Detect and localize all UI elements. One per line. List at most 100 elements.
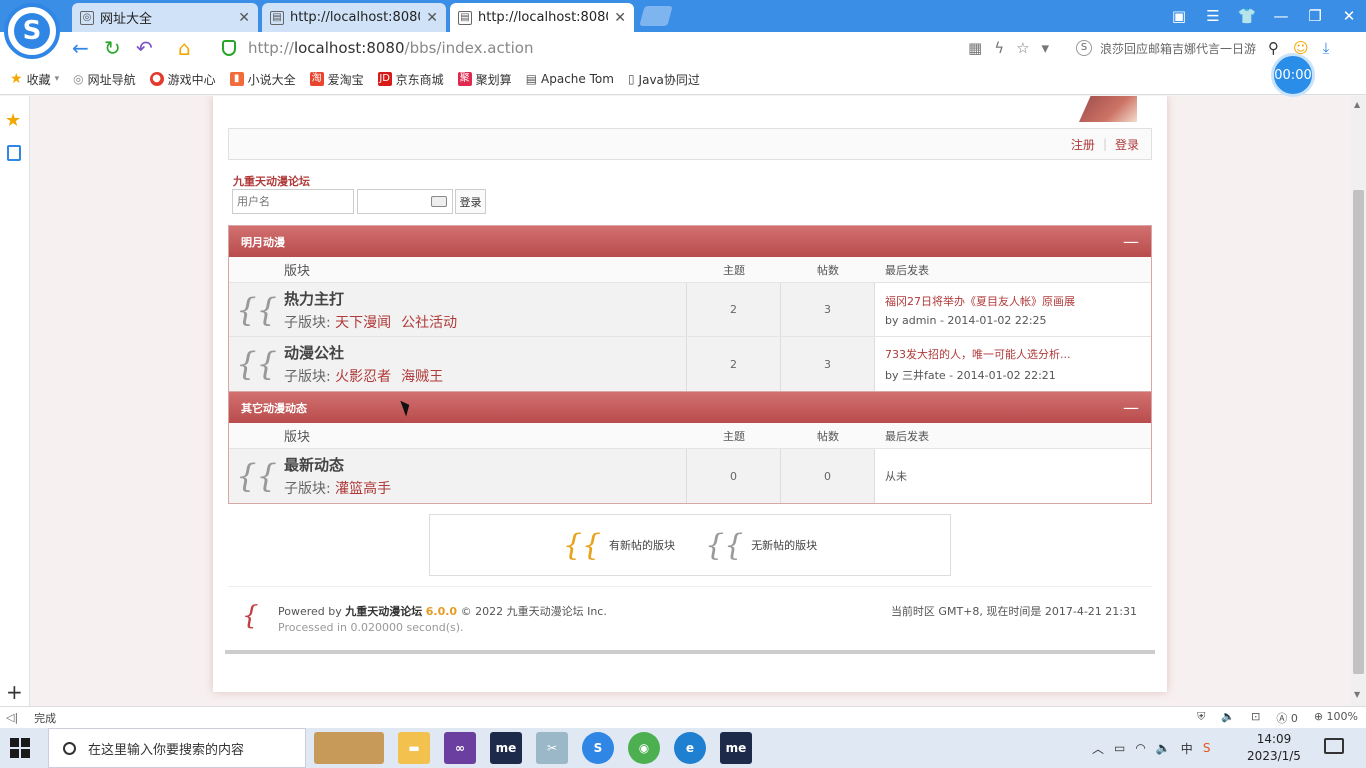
bookmarks-bar: ★ 收藏 ▾ ◎ 网址导航 ● 游戏中心 ▮ 小说大全 淘爱淘宝 JD 京东商城 聚聚划算 …	[0, 64, 1366, 95]
system-tray: ︿ ▭ ◠ 🔈 中 S	[1092, 728, 1210, 768]
sogou-browser-icon[interactable]: S	[582, 732, 614, 764]
tab-1[interactable]: ▤ http://localhost:8080/l ✕	[262, 3, 446, 32]
close-icon[interactable]: ✕	[614, 10, 626, 26]
shield-check-icon[interactable]: ⛨	[1197, 710, 1205, 726]
collapse-icon[interactable]: —	[1123, 232, 1139, 251]
home-icon[interactable]: ⌂	[178, 36, 191, 60]
refresh-icon[interactable]: ↻	[104, 36, 121, 60]
tab-0[interactable]: ◎ 网址大全 ✕	[72, 3, 258, 32]
timer-badge[interactable]: 00:00	[1271, 53, 1315, 97]
forum-name-link[interactable]: 热力主打	[284, 288, 467, 309]
dropdown-icon[interactable]: ▾	[1042, 39, 1050, 57]
login-link[interactable]: 登录	[1115, 136, 1139, 153]
scroll-down-icon[interactable]: ▼	[1354, 690, 1360, 699]
qr-icon[interactable]: ▦	[968, 39, 982, 57]
address-bar: ← ↻ ↶ ⌂ http://localhost:8080/bbs/index.…	[0, 32, 1366, 64]
taskbar-search[interactable]: 在这里输入你要搜索的内容	[48, 728, 306, 768]
menu-icon[interactable]: ☰	[1196, 0, 1230, 32]
forum-row: {{ 最新动态 子版块: 灌篮高手 0 0 从未	[229, 449, 1151, 503]
login-button[interactable]: 登录	[455, 189, 486, 214]
skin-icon[interactable]: 👕	[1230, 0, 1264, 32]
footer-rule	[225, 650, 1155, 654]
subforum-link[interactable]: 天下漫闻	[335, 315, 391, 331]
favorites-star-icon[interactable]: ★	[5, 110, 21, 131]
screenshot-icon[interactable]: ⊡	[1251, 710, 1260, 726]
desktop-preview-icon[interactable]	[314, 732, 384, 764]
adblock-icon: Ⓐ	[1276, 712, 1288, 725]
bookmark-item[interactable]: ▤ Apache Tom	[526, 72, 614, 86]
subforum-link[interactable]: 公社活动	[401, 315, 457, 331]
header-character-image	[1079, 96, 1137, 122]
browser-logo[interactable]: S	[4, 3, 60, 59]
forum-name-link[interactable]: 动漫公社	[284, 342, 453, 363]
url-path: /bbs/index.action	[404, 39, 534, 57]
favorite-star-icon[interactable]: ☆	[1016, 39, 1029, 57]
edge-icon[interactable]: e	[674, 732, 706, 764]
subforums: 子版块: 火影忍者 海贼王	[284, 366, 453, 386]
windows-start-icon[interactable]	[10, 738, 30, 758]
chrome-icon[interactable]: ◉	[628, 732, 660, 764]
powered-name-link[interactable]: 九重天动漫论坛	[345, 605, 422, 618]
subforum-link[interactable]: 火影忍者	[335, 369, 391, 385]
vertical-scrollbar[interactable]: ▲ ▼	[1351, 96, 1366, 706]
taskbar-search-placeholder: 在这里输入你要搜索的内容	[88, 742, 245, 758]
restore-button[interactable]: ❐	[1298, 0, 1332, 32]
minimize-button[interactable]: —	[1264, 0, 1298, 32]
register-link[interactable]: 注册	[1071, 136, 1095, 153]
adblock-count[interactable]: Ⓐ 0	[1276, 710, 1298, 726]
zoom-level[interactable]: ⊕ 100%	[1314, 710, 1358, 726]
chevron-up-icon[interactable]: ︿	[1092, 740, 1104, 757]
url-field[interactable]: http://localhost:8080/bbs/index.action	[222, 36, 533, 60]
scrollbar-thumb[interactable]	[1353, 190, 1364, 674]
close-icon[interactable]: ✕	[238, 10, 250, 26]
close-window-button[interactable]: ✕	[1332, 0, 1366, 32]
battery-icon[interactable]: ▭	[1114, 741, 1125, 755]
tab-2[interactable]: ▤ http://localhost:8080/l ✕	[450, 3, 634, 32]
bookmark-item[interactable]: ★ 收藏 ▾	[10, 71, 59, 88]
bookmark-item[interactable]: 淘爱淘宝	[309, 71, 364, 88]
bookmark-item[interactable]: 聚聚划算	[457, 71, 512, 88]
sogou-input-icon[interactable]: S	[1203, 741, 1211, 755]
close-icon[interactable]: ✕	[426, 10, 438, 26]
keyboard-icon[interactable]	[431, 196, 447, 207]
subforum-link[interactable]: 海贼王	[401, 369, 443, 385]
collapse-icon[interactable]: —	[1123, 398, 1139, 417]
myeclipse-icon[interactable]: me	[720, 732, 752, 764]
site-name: 九重天动漫论坛	[233, 175, 310, 188]
ime-indicator[interactable]: 中	[1181, 740, 1193, 757]
forum-name-link[interactable]: 最新动态	[284, 454, 401, 475]
windows-taskbar: 在这里输入你要搜索的内容 ▬ ∞ me ✂ S ◉ e me ︿ ▭ ◠ 🔈 中…	[0, 728, 1366, 768]
wifi-icon[interactable]: ◠	[1135, 741, 1145, 755]
new-tab-button[interactable]	[639, 6, 673, 26]
bookmark-item[interactable]: ● 游戏中心	[149, 71, 216, 88]
notification-icon[interactable]	[1324, 738, 1344, 754]
add-icon[interactable]: +	[6, 680, 23, 704]
taskbar-clock[interactable]: 14:09 2023/1/5	[1244, 731, 1304, 765]
page-footer: { Powered by 九重天动漫论坛 6.0.0 © 2022 九重天动漫论…	[228, 586, 1152, 652]
file-explorer-icon[interactable]: ▬	[398, 732, 430, 764]
reading-icon[interactable]	[7, 145, 21, 161]
last-post-link[interactable]: 福冈27日将举办《夏目友人帐》原画展	[885, 293, 1151, 309]
volume-icon[interactable]: 🔈	[1156, 741, 1171, 755]
snipping-tool-icon[interactable]: ✂	[536, 732, 568, 764]
tab-count-icon[interactable]: ▣	[1162, 0, 1196, 32]
bookmark-item[interactable]: ▮ 小说大全	[229, 71, 296, 88]
search-suggestion[interactable]: S 浪莎回应邮箱吉娜代言一日游	[1076, 36, 1256, 60]
bookmark-item[interactable]: JD 京东商城	[377, 71, 444, 88]
username-field[interactable]	[232, 189, 354, 214]
undo-icon[interactable]: ↶	[136, 36, 153, 60]
col-forum: 版块	[284, 430, 311, 445]
subforum-link[interactable]: 灌篮高手	[335, 481, 391, 497]
sidebar-toggle-icon[interactable]: ◁|	[6, 711, 18, 724]
visual-studio-icon[interactable]: ∞	[444, 732, 476, 764]
last-post-link[interactable]: 733发大招的人，唯一可能人选分析...	[885, 346, 1151, 362]
bookmark-item[interactable]: ◎ 网址导航	[73, 71, 136, 88]
search-icon[interactable]: ⚲	[1268, 39, 1279, 57]
bookmark-item[interactable]: ▯ Java协同过	[628, 71, 700, 88]
scroll-up-icon[interactable]: ▲	[1354, 100, 1360, 109]
download-icon[interactable]: ⤓	[1323, 39, 1330, 57]
speaker-icon[interactable]: 🔈	[1221, 710, 1235, 726]
myeclipse-icon[interactable]: me	[490, 732, 522, 764]
lightning-icon[interactable]: ϟ	[994, 39, 1004, 57]
back-icon[interactable]: ←	[72, 36, 89, 60]
